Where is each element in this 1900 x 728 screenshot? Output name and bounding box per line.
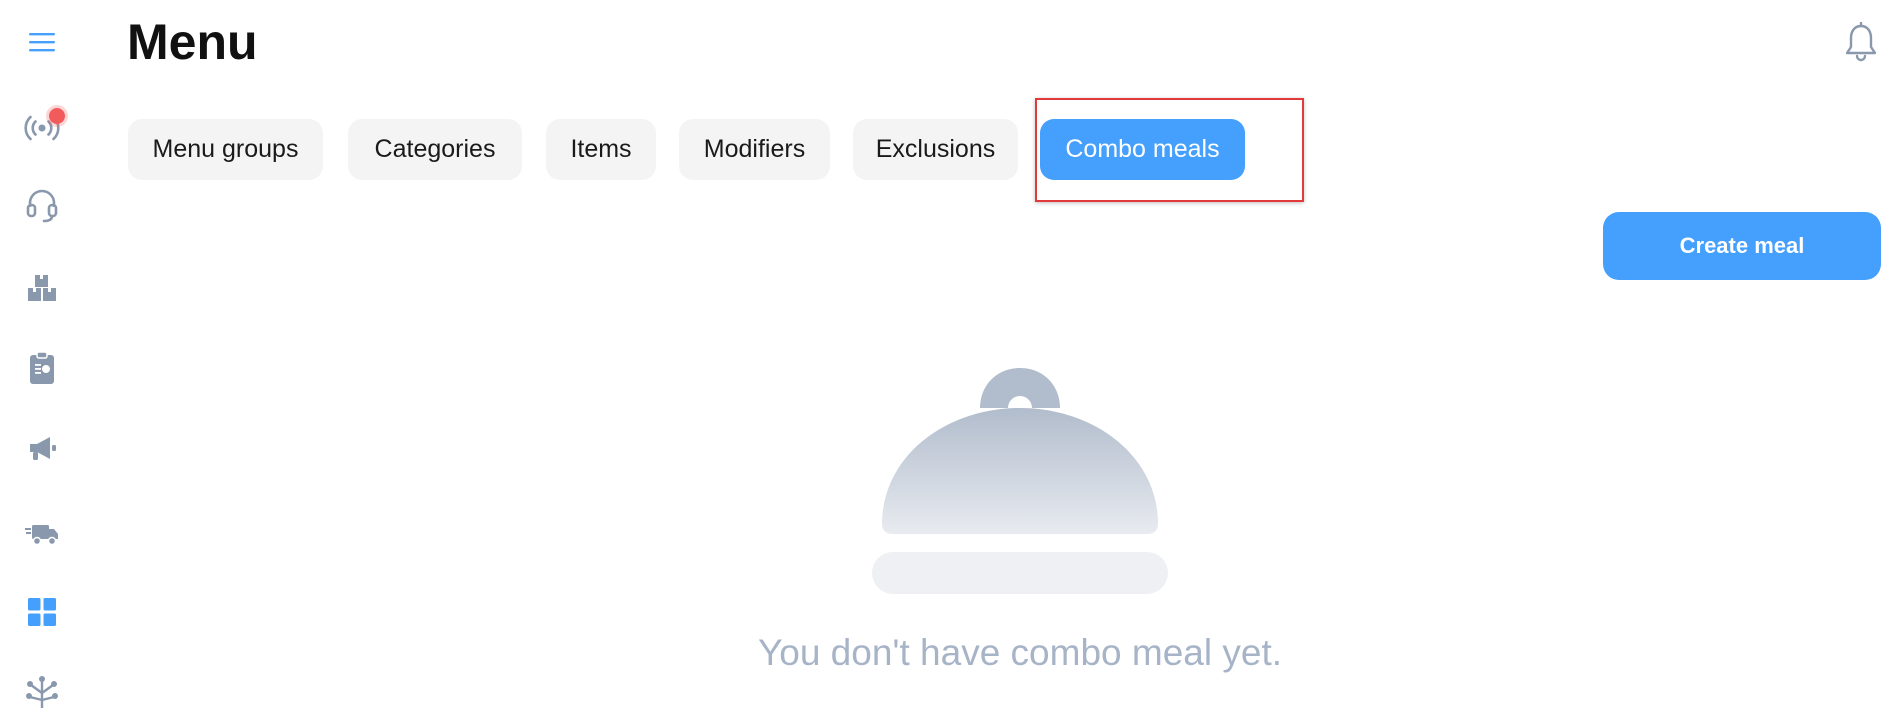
- tab-menu-groups[interactable]: Menu groups: [128, 119, 323, 180]
- sidebar-item-marketing[interactable]: [22, 428, 62, 468]
- create-meal-button[interactable]: Create meal: [1603, 212, 1881, 280]
- sidebar-item-live-orders[interactable]: [22, 108, 65, 148]
- headset-icon: [26, 189, 58, 223]
- food-cloche-icon: [860, 360, 1180, 600]
- sidebar-item-orders-report[interactable]: [22, 348, 62, 388]
- tab-combo-meals[interactable]: Combo meals: [1040, 119, 1245, 180]
- sidebar-item-locations[interactable]: [22, 672, 62, 712]
- sidebar: [0, 0, 86, 728]
- hamburger-menu-icon[interactable]: [22, 22, 62, 62]
- page: Menu Menu groups Categories Items Modifi…: [0, 0, 1900, 728]
- tab-modifiers[interactable]: Modifiers: [679, 119, 830, 180]
- bell-icon: [1845, 22, 1877, 62]
- sidebar-item-menu[interactable]: [22, 592, 62, 632]
- notifications-button[interactable]: [1841, 20, 1881, 64]
- boxes-icon: [28, 275, 56, 301]
- empty-state-message: You don't have combo meal yet.: [757, 632, 1283, 673]
- notification-dot: [49, 108, 65, 124]
- tab-categories[interactable]: Categories: [348, 119, 522, 180]
- tab-items[interactable]: Items: [546, 119, 656, 180]
- dashboard-grid-icon: [28, 598, 56, 626]
- clipboard-icon: [30, 351, 54, 384]
- tree-network-icon: [26, 676, 58, 708]
- sidebar-item-delivery[interactable]: [22, 514, 62, 554]
- page-title: Menu: [127, 14, 258, 70]
- delivery-truck-icon: [25, 525, 58, 546]
- sidebar-item-support[interactable]: [22, 186, 62, 226]
- tab-exclusions[interactable]: Exclusions: [853, 119, 1018, 180]
- megaphone-icon: [30, 437, 56, 460]
- sidebar-item-inventory[interactable]: [22, 268, 62, 308]
